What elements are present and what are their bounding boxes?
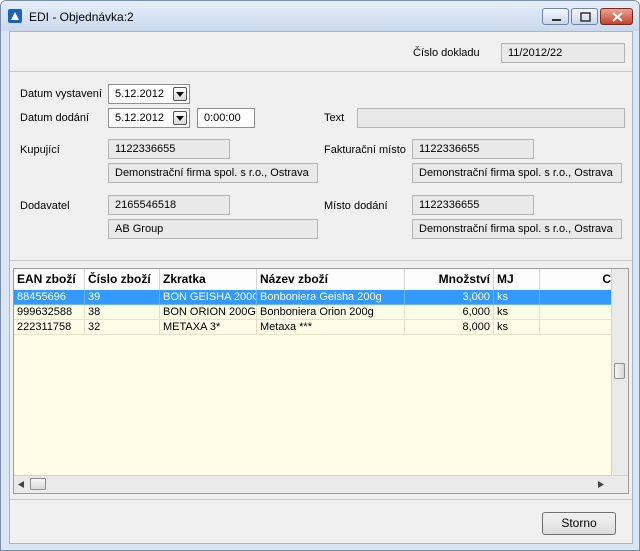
text-field[interactable] bbox=[357, 108, 625, 128]
client-area: Číslo dokladu 11/2012/22 Datum vystavení… bbox=[9, 31, 633, 544]
cas-dodani-field[interactable]: 0:00:00 bbox=[197, 108, 255, 128]
column-header-mj[interactable]: MJ bbox=[494, 269, 540, 290]
fakturacni-misto-name-field[interactable]: Demonstrační firma spol. s r.o., Ostrava bbox=[412, 163, 622, 183]
minimize-button[interactable] bbox=[542, 8, 569, 25]
cislo-dokladu-field[interactable]: 11/2012/22 bbox=[501, 43, 625, 63]
vertical-scroll-thumb[interactable] bbox=[614, 363, 625, 379]
cell-mnozstvi: 3,000 bbox=[405, 290, 494, 305]
title-bar[interactable]: EDI - Objednávka:2 bbox=[1, 1, 639, 31]
chevron-down-icon bbox=[176, 116, 184, 121]
cell-mj: ks bbox=[494, 320, 540, 335]
footer-separator bbox=[10, 499, 632, 500]
datum-dodani-label: Datum dodání bbox=[20, 112, 90, 124]
edi-order-window: EDI - Objednávka:2 Číslo dokladu 11/2012… bbox=[0, 0, 640, 551]
datum-dodani-dropdown[interactable] bbox=[173, 111, 187, 125]
column-header-ean[interactable]: EAN zboží bbox=[14, 269, 85, 290]
cell-c bbox=[540, 290, 614, 305]
column-header-cislo-zbozi[interactable]: Číslo zboží bbox=[85, 269, 160, 290]
fakturacni-misto-code-field[interactable]: 1122336655 bbox=[412, 139, 534, 159]
cell-c bbox=[540, 305, 614, 320]
table-row[interactable]: 999632588 38 BON ORION 200G Bonboniera O… bbox=[14, 305, 614, 320]
cell-zkratka: BON GEISHA 200G bbox=[160, 290, 257, 305]
column-header-nazev-zbozi[interactable]: Název zboží bbox=[257, 269, 405, 290]
close-icon bbox=[612, 12, 623, 22]
datum-vystaveni-dropdown[interactable] bbox=[173, 87, 187, 101]
misto-dodani-name-field[interactable]: Demonstrační firma spol. s r.o., Ostrava bbox=[412, 219, 622, 239]
grid-header: EAN zboží Číslo zboží Zkratka Název zbož… bbox=[14, 269, 614, 291]
cell-mj: ks bbox=[494, 305, 540, 320]
cell-nazev-zbozi: Bonboniera Geisha 200g bbox=[257, 290, 405, 305]
header-separator bbox=[10, 71, 632, 72]
cell-cislo-zbozi: 39 bbox=[85, 290, 160, 305]
table-row[interactable]: 222311758 32 METAXA 3* Metaxa *** 8,000 … bbox=[14, 320, 614, 335]
cell-nazev-zbozi: Bonboniera Orion 200g bbox=[257, 305, 405, 320]
datum-vystaveni-label: Datum vystavení bbox=[20, 88, 102, 100]
table-row[interactable]: 88455696 39 BON GEISHA 200G Bonboniera G… bbox=[14, 290, 614, 305]
cell-mnozstvi: 6,000 bbox=[405, 305, 494, 320]
maximize-button[interactable] bbox=[571, 8, 598, 25]
cell-zkratka: BON ORION 200G bbox=[160, 305, 257, 320]
horizontal-scrollbar[interactable] bbox=[14, 475, 628, 493]
chevron-down-icon bbox=[176, 92, 184, 97]
cell-cislo-zbozi: 38 bbox=[85, 305, 160, 320]
vertical-scrollbar[interactable] bbox=[611, 269, 628, 476]
dodavatel-code-field[interactable]: 2165546518 bbox=[108, 195, 230, 215]
cell-ean: 88455696 bbox=[14, 290, 85, 305]
fakturacni-misto-label: Fakturační místo bbox=[324, 144, 406, 156]
cell-cislo-zbozi: 32 bbox=[85, 320, 160, 335]
cell-c bbox=[540, 320, 614, 335]
kupujici-label: Kupující bbox=[20, 144, 60, 156]
minimize-icon bbox=[552, 19, 561, 21]
dodavatel-label: Dodavatel bbox=[20, 200, 70, 212]
dodavatel-name-field[interactable]: AB Group bbox=[108, 219, 318, 239]
app-icon bbox=[8, 9, 22, 23]
cell-mj: ks bbox=[494, 290, 540, 305]
arrow-left-icon[interactable] bbox=[18, 481, 24, 488]
close-button[interactable] bbox=[600, 8, 633, 25]
text-label: Text bbox=[324, 112, 345, 124]
cell-ean: 222311758 bbox=[14, 320, 85, 335]
storno-button[interactable]: Storno bbox=[542, 512, 616, 535]
column-header-mnozstvi[interactable]: Množství bbox=[405, 269, 494, 290]
maximize-icon bbox=[580, 12, 591, 22]
horizontal-scroll-thumb[interactable] bbox=[30, 478, 46, 490]
cell-ean: 999632588 bbox=[14, 305, 85, 320]
arrow-right-icon[interactable] bbox=[598, 481, 604, 488]
kupujici-code-field[interactable]: 1122336655 bbox=[108, 139, 230, 159]
cislo-dokladu-label: Číslo dokladu bbox=[413, 47, 480, 59]
form-separator bbox=[10, 260, 632, 261]
items-grid[interactable]: EAN zboží Číslo zboží Zkratka Název zbož… bbox=[13, 268, 629, 494]
cell-zkratka: METAXA 3* bbox=[160, 320, 257, 335]
cell-mnozstvi: 8,000 bbox=[405, 320, 494, 335]
cell-nazev-zbozi: Metaxa *** bbox=[257, 320, 405, 335]
column-header-c[interactable]: C bbox=[540, 269, 614, 290]
column-header-zkratka[interactable]: Zkratka bbox=[160, 269, 257, 290]
window-title: EDI - Objednávka:2 bbox=[29, 10, 134, 24]
kupujici-name-field[interactable]: Demonstrační firma spol. s r.o., Ostrava bbox=[108, 163, 318, 183]
misto-dodani-code-field[interactable]: 1122336655 bbox=[412, 195, 534, 215]
misto-dodani-label: Místo dodání bbox=[324, 200, 388, 212]
